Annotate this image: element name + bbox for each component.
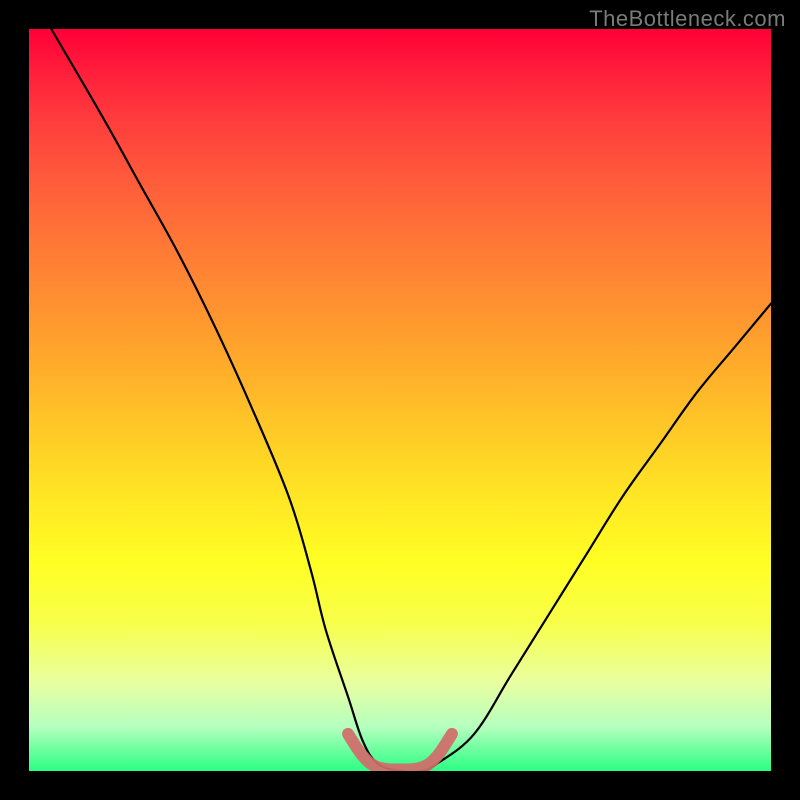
- chart-frame: TheBottleneck.com: [0, 0, 800, 800]
- plot-area: [29, 29, 771, 771]
- curve-layer: [29, 29, 771, 771]
- bottleneck-curve: [51, 29, 771, 771]
- highlight-band: [348, 734, 452, 770]
- watermark-text: TheBottleneck.com: [589, 6, 786, 32]
